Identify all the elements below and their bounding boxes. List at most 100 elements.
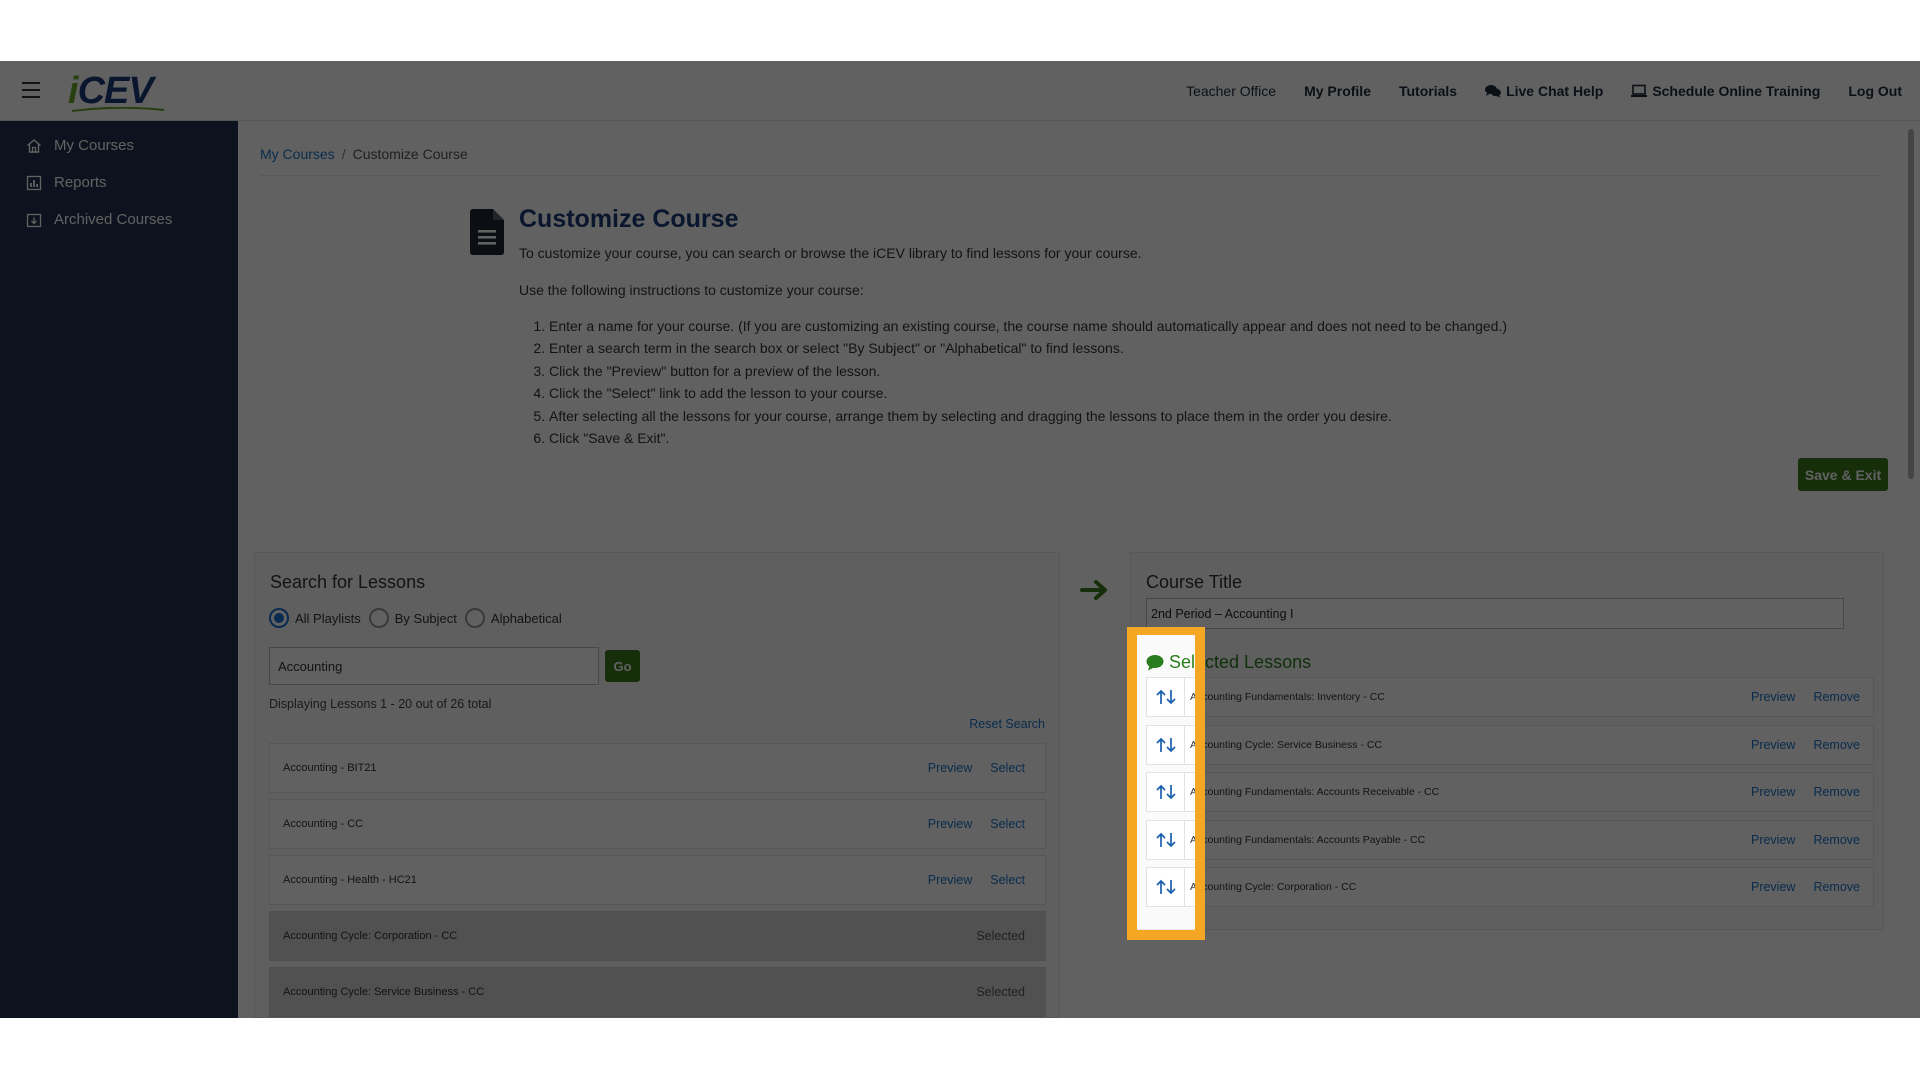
save-exit-button[interactable]: Save & Exit — [1798, 458, 1888, 491]
selected-lesson-row[interactable]: Accounting Cycle: Service Business - CC … — [1146, 724, 1874, 765]
chat-bubbles-icon — [1485, 85, 1502, 98]
icev-logo[interactable]: iCEV — [68, 71, 170, 113]
preview-link[interactable]: Preview — [1751, 738, 1795, 752]
nav-live-chat-help[interactable]: Live Chat Help — [1485, 83, 1603, 99]
hamburger-menu-icon[interactable] — [22, 82, 40, 98]
selected-lesson-name: Accounting Cycle: Service Business - CC — [1190, 738, 1382, 751]
remove-link[interactable]: Remove — [1813, 690, 1860, 704]
sort-arrows-icon — [1155, 689, 1176, 705]
top-nav: Teacher Office My Profile Tutorials Live… — [1158, 61, 1902, 121]
selected-lesson-name: Accounting Fundamentals: Accounts Payabl… — [1190, 833, 1426, 846]
selected-lessons-list: Accounting Fundamentals: Inventory - CC … — [1146, 677, 1874, 915]
remove-link[interactable]: Remove — [1813, 833, 1860, 847]
home-icon — [27, 138, 41, 153]
breadcrumb-my-courses[interactable]: My Courses — [260, 146, 335, 162]
top-bar: iCEV Teacher Office My Profile Tutorials… — [0, 61, 1920, 121]
search-panel-title: Search for Lessons — [270, 572, 426, 592]
sort-arrows-icon — [1155, 784, 1176, 800]
radio-checked-icon — [269, 608, 289, 628]
instruction-step: Click the "Select" link to add the lesso… — [549, 382, 1507, 404]
selected-lesson-row[interactable]: Accounting Fundamentals: Accounts Payabl… — [1146, 819, 1874, 860]
selected-lesson-name: Accounting Fundamentals: Accounts Receiv… — [1190, 786, 1440, 798]
breadcrumb-divider — [260, 175, 1880, 176]
lesson-search-input[interactable] — [269, 647, 599, 685]
selected-lesson-name: Accounting Cycle: Corporation - CC — [1190, 881, 1357, 893]
lesson-result-row: Accounting - Health - HC21 Preview Select — [269, 855, 1046, 905]
page-title: Customize Course — [519, 205, 739, 233]
breadcrumb-separator: / — [341, 146, 346, 162]
breadcrumb-current: Customize Course — [352, 146, 468, 162]
lesson-name: Accounting - Health - HC21 — [283, 874, 417, 886]
preview-link[interactable]: Preview — [928, 761, 972, 775]
selected-lesson-row[interactable]: Accounting Fundamentals: Accounts Receiv… — [1146, 772, 1874, 812]
lesson-results-list: Accounting - BIT21 Preview Select Account… — [269, 743, 1046, 1018]
filter-alphabetical[interactable]: Alphabetical — [464, 608, 562, 628]
chart-icon — [26, 175, 42, 190]
result-count: Displaying Lessons 1 - 20 out of 26 tota… — [269, 697, 492, 711]
preview-link[interactable]: Preview — [1751, 785, 1795, 799]
selected-lesson-name: Accounting Fundamentals: Inventory - CC — [1190, 691, 1385, 703]
course-title-input[interactable] — [1146, 598, 1844, 629]
sort-arrows-icon — [1155, 737, 1176, 752]
sidebar-item-my-courses[interactable]: My Courses — [0, 127, 238, 164]
lesson-name: Accounting - BIT21 — [283, 762, 377, 774]
page-scrollbar[interactable] — [1908, 129, 1914, 479]
instruction-step: Enter a name for your course. (If you ar… — [549, 315, 1507, 337]
nav-tutorials[interactable]: Tutorials — [1399, 83, 1457, 99]
sidebar: My Courses Reports Archived Courses — [0, 121, 238, 1018]
preview-link[interactable]: Preview — [1751, 880, 1795, 894]
remove-link[interactable]: Remove — [1813, 785, 1860, 799]
lesson-result-row: Accounting - BIT21 Preview Select — [269, 743, 1046, 793]
lesson-name: Accounting Cycle: Service Business - CC — [283, 986, 485, 998]
course-panel: Course Title Selected Lessons Accounting… — [1130, 552, 1884, 930]
lesson-result-row-selected: Accounting Cycle: Corporation - CC Selec… — [269, 911, 1046, 961]
nav-teacher-office[interactable]: Teacher Office — [1186, 83, 1276, 99]
sidebar-item-reports[interactable]: Reports — [0, 164, 238, 201]
reset-search-link[interactable]: Reset Search — [969, 717, 1045, 731]
selected-lessons-heading: Selected Lessons — [1146, 652, 1311, 673]
instruction-step: After selecting all the lessons for your… — [549, 405, 1507, 427]
lesson-name: Accounting Cycle: Corporation - CC — [283, 930, 458, 942]
logo-text: iCEV — [68, 70, 154, 112]
select-link[interactable]: Select — [990, 873, 1025, 887]
select-link[interactable]: Select — [990, 761, 1025, 775]
nav-my-profile[interactable]: My Profile — [1304, 83, 1371, 99]
filter-by-subject[interactable]: By Subject — [368, 608, 457, 628]
drag-handle[interactable] — [1147, 820, 1185, 859]
preview-link[interactable]: Preview — [928, 817, 972, 831]
nav-log-out[interactable]: Log Out — [1848, 83, 1902, 99]
lesson-result-row-selected: Accounting Cycle: Service Business - CC … — [269, 967, 1046, 1017]
instruction-step: Enter a search term in the search box or… — [549, 337, 1507, 359]
drag-handle[interactable] — [1147, 773, 1185, 811]
course-title-label: Course Title — [1146, 572, 1243, 592]
selected-lesson-row[interactable]: Accounting Cycle: Corporation - CC Previ… — [1146, 867, 1874, 907]
lesson-name: Accounting - CC — [283, 818, 364, 830]
selected-lesson-row[interactable]: Accounting Fundamentals: Inventory - CC … — [1146, 677, 1874, 717]
go-button[interactable]: Go — [605, 650, 640, 682]
page-description: To customize your course, you can search… — [519, 245, 1142, 261]
preview-link[interactable]: Preview — [928, 873, 972, 887]
selected-status: Selected — [976, 985, 1025, 999]
main-content: My Courses / Customize Course Customize Co… — [238, 121, 1920, 1018]
nav-schedule-online-training[interactable]: Schedule Online Training — [1631, 83, 1820, 99]
preview-link[interactable]: Preview — [1751, 690, 1795, 704]
sort-arrows-icon — [1155, 879, 1176, 895]
drag-handle[interactable] — [1147, 678, 1185, 716]
radio-unchecked-icon — [464, 608, 485, 628]
remove-link[interactable]: Remove — [1813, 880, 1860, 894]
remove-link[interactable]: Remove — [1813, 738, 1860, 752]
app-frame: iCEV Teacher Office My Profile Tutorials… — [0, 61, 1920, 1018]
sidebar-item-archived-courses[interactable]: Archived Courses — [0, 201, 238, 238]
logo-swoosh-icon — [72, 107, 164, 112]
preview-link[interactable]: Preview — [1751, 833, 1795, 847]
arrow-right-icon — [1080, 580, 1107, 600]
select-link[interactable]: Select — [990, 817, 1025, 831]
radio-unchecked-icon — [368, 608, 389, 628]
drag-handle[interactable] — [1147, 868, 1185, 906]
filter-all-playlists[interactable]: All Playlists — [269, 608, 361, 628]
drag-handle[interactable] — [1147, 725, 1185, 764]
document-icon — [470, 209, 504, 255]
instructions-heading: Use the following instructions to custom… — [519, 282, 864, 298]
instruction-step: Click the "Preview" button for a preview… — [549, 360, 1507, 382]
breadcrumb: My Courses / Customize Course — [260, 146, 468, 162]
